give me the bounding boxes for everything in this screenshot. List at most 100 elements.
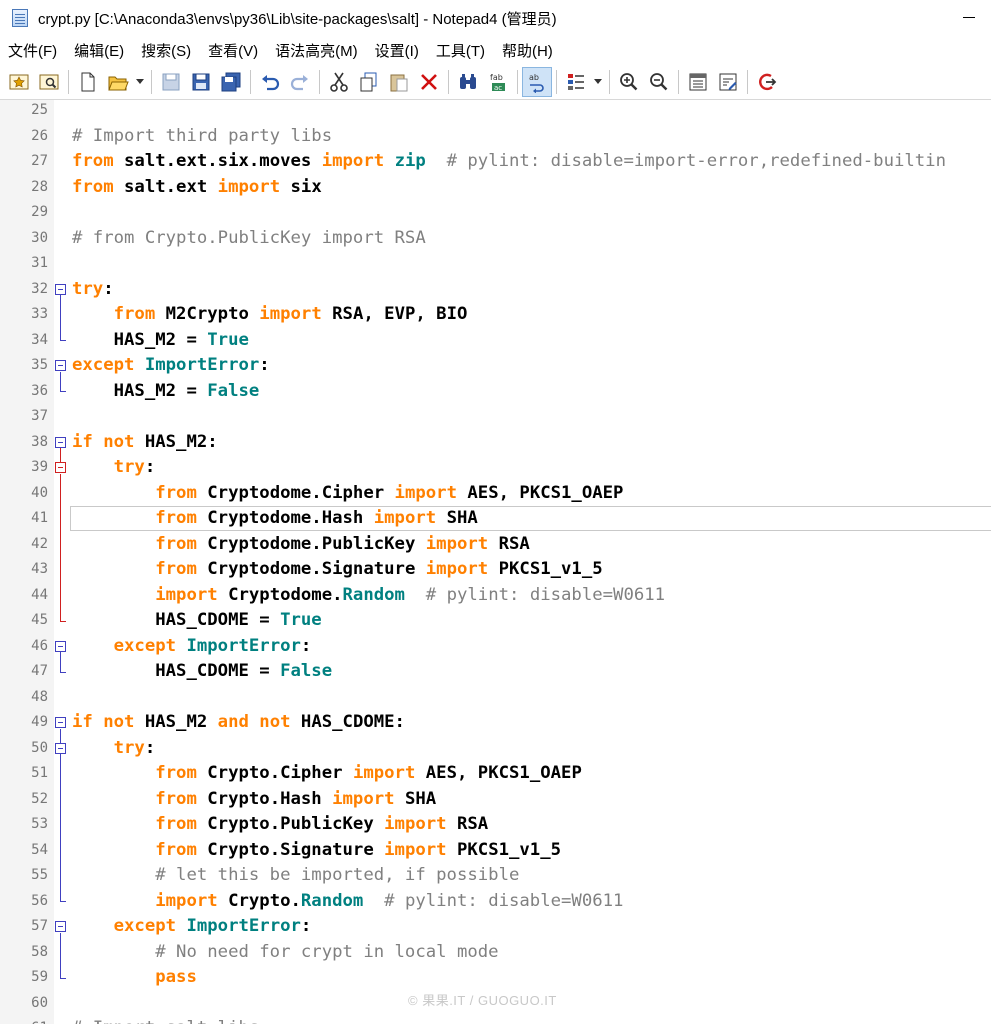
- code-line[interactable]: 33 from M2Crypto import RSA, EVP, BIO: [0, 302, 991, 328]
- code-line[interactable]: 27 from salt.ext.six.moves import zip # p…: [0, 149, 991, 175]
- code-line[interactable]: 51 from Crypto.Cipher import AES, PKCS1_…: [0, 761, 991, 787]
- code-line[interactable]: 39 try:: [0, 455, 991, 481]
- code-line[interactable]: 25: [0, 100, 991, 124]
- code-line[interactable]: 52 from Crypto.Hash import SHA: [0, 787, 991, 813]
- fold-line: [60, 473, 61, 621]
- scheme-icon[interactable]: [561, 67, 591, 97]
- code-line[interactable]: 35 except ImportError:: [0, 353, 991, 379]
- code-line[interactable]: 59 pass: [0, 965, 991, 991]
- fold-end: [60, 340, 66, 342]
- menu-help[interactable]: 帮助(H): [494, 40, 562, 61]
- cut-icon[interactable]: [324, 67, 354, 97]
- undo-icon[interactable]: [255, 67, 285, 97]
- fold-toggle-icon[interactable]: [55, 462, 66, 474]
- code-line[interactable]: 37: [0, 404, 991, 430]
- open-icon[interactable]: [103, 67, 133, 97]
- redo-icon[interactable]: [285, 67, 315, 97]
- exit-icon[interactable]: [752, 67, 782, 97]
- code-token: :: [144, 737, 156, 758]
- menu-tools[interactable]: 工具(T): [428, 40, 494, 61]
- settings-icon[interactable]: [683, 67, 713, 97]
- code-line[interactable]: 61 # Import salt libs: [0, 1016, 991, 1024]
- code-text: # let this be imported, if possible: [72, 863, 519, 889]
- keyword-token: import: [155, 890, 218, 911]
- fold-toggle-icon[interactable]: [55, 742, 66, 754]
- fold-line: [60, 754, 61, 902]
- code-token: PKCS1_v1_5: [488, 559, 603, 579]
- fold-toggle-icon[interactable]: [55, 360, 66, 372]
- code-line[interactable]: 32 try:: [0, 277, 991, 303]
- code-line[interactable]: 28 from salt.ext import six: [0, 175, 991, 201]
- menu-edit[interactable]: 编辑(E): [66, 40, 133, 61]
- menu-file[interactable]: 文件(F): [0, 40, 66, 61]
- code-line[interactable]: 55 # let this be imported, if possible: [0, 863, 991, 889]
- keyword-token: from: [155, 559, 197, 579]
- code-line[interactable]: 42 from Cryptodome.PublicKey import RSA: [0, 532, 991, 558]
- paste-icon[interactable]: [384, 67, 414, 97]
- code-line[interactable]: 43 from Cryptodome.Signature import PKCS…: [0, 557, 991, 583]
- line-number: 50: [31, 739, 48, 756]
- new-icon[interactable]: [73, 67, 103, 97]
- zoom-out-icon[interactable]: [644, 67, 674, 97]
- save-copy-icon[interactable]: [216, 67, 246, 97]
- code-line[interactable]: 49 if not HAS_M2 and not HAS_CDOME:: [0, 710, 991, 736]
- code-line[interactable]: 36 HAS_M2 = False: [0, 379, 991, 405]
- zoom-in-icon[interactable]: [614, 67, 644, 97]
- menu-syntax[interactable]: 语法高亮(M): [267, 40, 367, 61]
- code-line[interactable]: 57 except ImportError:: [0, 914, 991, 940]
- minimize-button[interactable]: [961, 8, 977, 26]
- word-wrap-icon[interactable]: ab: [522, 66, 552, 97]
- fold-toggle-icon[interactable]: [55, 717, 66, 729]
- code-line[interactable]: 53 from Crypto.PublicKey import RSA: [0, 812, 991, 838]
- keyword-token: from: [155, 839, 197, 860]
- edit-icon[interactable]: [713, 67, 743, 97]
- line-number: 47: [31, 663, 48, 679]
- code-line[interactable]: 40 from Cryptodome.Cipher import AES, PK…: [0, 481, 991, 507]
- code-line[interactable]: 58 # No need for crypt in local mode: [0, 940, 991, 966]
- code-line[interactable]: 41 from Cryptodome.Hash import SHA: [0, 506, 991, 532]
- code-editor[interactable]: 25 26 # Import third party libs 27 from salt…: [0, 100, 991, 1024]
- code-line[interactable]: 30 # from Crypto.PublicKey import RSA: [0, 226, 991, 252]
- delete-icon[interactable]: [414, 67, 444, 97]
- fold-toggle-icon[interactable]: [55, 640, 66, 652]
- replace-icon[interactable]: fab ac: [483, 67, 513, 97]
- menu-search[interactable]: 搜索(S): [133, 40, 200, 61]
- favorite-icon[interactable]: [4, 67, 34, 97]
- code-line[interactable]: 48: [0, 685, 991, 711]
- menu-view[interactable]: 查看(V): [200, 40, 267, 61]
- open-dropdown-arrow[interactable]: [133, 67, 147, 97]
- fold-toggle-icon[interactable]: [55, 921, 66, 933]
- code-line[interactable]: 34 HAS_M2 = True: [0, 328, 991, 354]
- save-as-icon[interactable]: [186, 67, 216, 97]
- code-line[interactable]: 31: [0, 251, 991, 277]
- code-line[interactable]: 54 from Crypto.Signature import PKCS1_v1…: [0, 838, 991, 864]
- line-number: 56: [31, 892, 48, 909]
- code-line[interactable]: 50 try:: [0, 736, 991, 762]
- code-line[interactable]: 29: [0, 200, 991, 226]
- copy-icon[interactable]: [354, 67, 384, 97]
- code-token: :: [144, 457, 156, 477]
- code-line[interactable]: 45 HAS_CDOME = True: [0, 608, 991, 634]
- find-in-files-icon[interactable]: [34, 67, 64, 97]
- code-line[interactable]: 47 HAS_CDOME = False: [0, 659, 991, 685]
- code-line[interactable]: 46 except ImportError:: [0, 634, 991, 660]
- find-icon[interactable]: [453, 67, 483, 97]
- code-line[interactable]: 26 # Import third party libs: [0, 124, 991, 150]
- scheme-dropdown-arrow[interactable]: [591, 67, 605, 97]
- code-token: :: [103, 278, 114, 299]
- code-token: :: [259, 355, 270, 375]
- save-icon[interactable]: [156, 67, 186, 97]
- fold-toggle-icon[interactable]: [55, 283, 66, 295]
- code-line[interactable]: 38 if not HAS_M2:: [0, 430, 991, 456]
- code-line[interactable]: 44 import Cryptodome.Random # pylint: di…: [0, 583, 991, 609]
- menu-settings[interactable]: 设置(I): [367, 40, 428, 61]
- code-line[interactable]: 56 import Crypto.Random # pylint: disabl…: [0, 889, 991, 915]
- svg-text:ab: ab: [529, 73, 539, 82]
- fold-toggle-icon[interactable]: [55, 436, 66, 448]
